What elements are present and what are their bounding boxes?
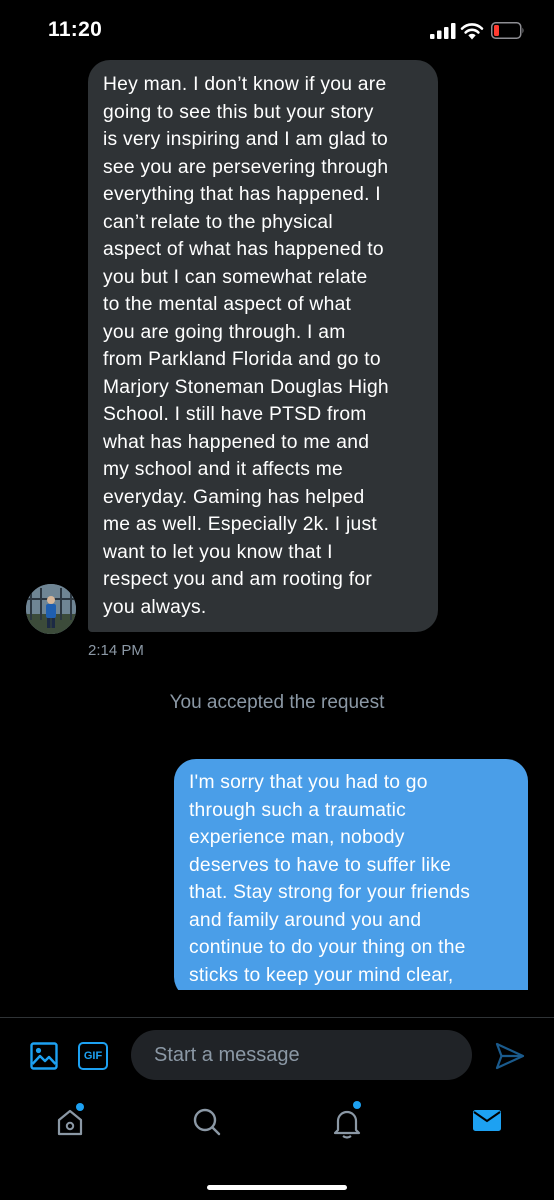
bell-icon — [333, 1110, 361, 1139]
battery-icon — [491, 22, 524, 39]
gif-button[interactable]: GIF — [78, 1042, 108, 1070]
status-bar: 11:20 — [0, 0, 554, 60]
outgoing-message-text: I'm sorry that you had to go through suc… — [189, 769, 514, 990]
notifications-dot — [353, 1101, 361, 1109]
mail-icon — [473, 1110, 501, 1131]
sender-avatar[interactable] — [26, 584, 76, 634]
tab-notifications[interactable] — [327, 1101, 367, 1143]
bottom-tab-bar — [0, 1089, 554, 1200]
cellular-signal-icon — [430, 23, 456, 39]
dm-screen: 11:20 Hey man. I don’t know if you are g… — [0, 0, 554, 1200]
home-indicator — [207, 1185, 347, 1190]
incoming-message-text: Hey man. I don’t know if you are going t… — [103, 74, 389, 618]
send-icon[interactable] — [495, 1042, 525, 1070]
message-thread[interactable]: Hey man. I don’t know if you are going t… — [0, 60, 554, 990]
request-accepted-notice: You accepted the request — [169, 692, 385, 713]
message-composer: GIF — [0, 1017, 554, 1089]
wifi-icon — [460, 23, 484, 40]
avatar-photo — [26, 584, 76, 634]
image-icon[interactable] — [30, 1042, 58, 1070]
home-notification-dot — [76, 1103, 84, 1111]
search-icon — [193, 1108, 221, 1136]
message-timestamp: 2:14 PM — [88, 642, 144, 659]
tab-search[interactable] — [186, 1103, 226, 1143]
tab-home[interactable] — [50, 1103, 90, 1143]
message-input[interactable] — [131, 1030, 472, 1080]
outgoing-message-bubble[interactable]: I'm sorry that you had to go through suc… — [174, 759, 528, 990]
incoming-message-bubble[interactable]: Hey man. I don’t know if you are going t… — [88, 60, 438, 632]
tab-messages[interactable] — [466, 1103, 506, 1143]
home-icon — [57, 1109, 83, 1136]
outgoing-message-body: I'm sorry that you had to go through suc… — [189, 772, 471, 986]
status-time: 11:20 — [48, 18, 103, 41]
